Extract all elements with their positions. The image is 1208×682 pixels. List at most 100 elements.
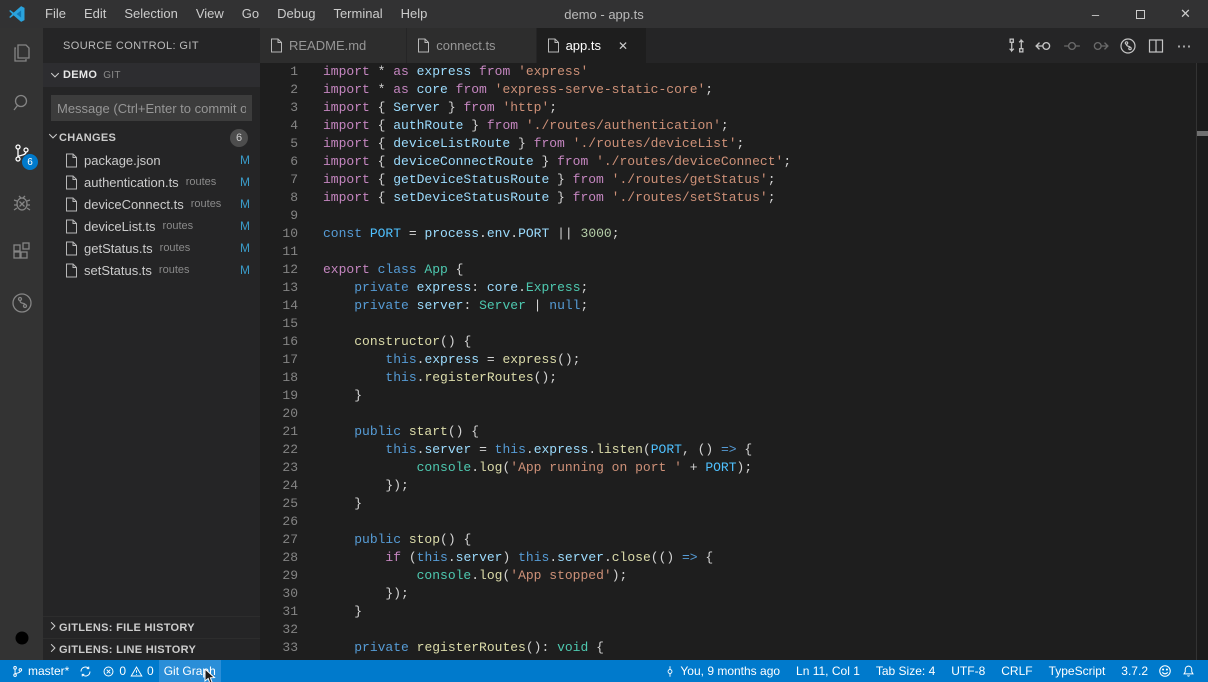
problems-indicator[interactable]: 0 0 [97,660,158,682]
code-line: 19 } [260,387,1208,405]
commit-message-input[interactable] [51,95,252,121]
menu-terminal[interactable]: Terminal [324,0,391,28]
split-editor-button[interactable] [1142,28,1170,63]
sync-button[interactable] [74,660,97,682]
code-line: 7import { getDeviceStatusRoute } from '.… [260,171,1208,189]
file-folder: routes [159,264,190,276]
gitlens-circle-icon [1119,37,1137,55]
scrollbar[interactable] [1196,63,1208,660]
close-button[interactable]: ✕ [1163,0,1208,28]
changed-file-deviceConnect.ts[interactable]: deviceConnect.tsroutesM [43,193,260,215]
activity-debug[interactable] [0,178,43,228]
search-icon [10,91,34,115]
gitlens-compare-button[interactable] [1002,28,1030,63]
changed-file-package.json[interactable]: package.jsonM [43,149,260,171]
sidebar-source-control: SOURCE CONTROL: GIT DEMO GIT CHANGES 6 p… [43,28,260,660]
activity-search[interactable] [0,78,43,128]
repo-section-header[interactable]: DEMO GIT [43,63,260,87]
changed-file-deviceList.ts[interactable]: deviceList.tsroutesM [43,215,260,237]
code-line: 11 [260,243,1208,261]
settings-gear-button[interactable] [0,616,43,660]
extensions-icon [10,241,34,265]
code-line: 22 this.server = this.express.listen(POR… [260,441,1208,459]
activity-source-control[interactable]: 6 [0,128,43,178]
gitlens-file-history-section[interactable]: GITLENS: FILE HISTORY [43,616,260,638]
line-number: 32 [260,621,298,639]
encoding-setting[interactable]: UTF-8 [946,660,990,682]
line-number: 13 [260,279,298,297]
menu-selection[interactable]: Selection [115,0,186,28]
menu-edit[interactable]: Edit [75,0,115,28]
more-actions-button[interactable]: ⋯ [1170,28,1198,63]
code-line: 10const PORT = process.env.PORT || 3000; [260,225,1208,243]
mouse-cursor [204,669,218,682]
status-bar: master* 0 0 Git Graph [0,660,1208,682]
indentation-setting[interactable]: Tab Size: 4 [871,660,940,682]
changes-count-badge: 6 [230,129,248,147]
typescript-version[interactable]: 3.7.2 [1116,660,1153,682]
feedback-button[interactable] [1153,660,1177,682]
changes-label: CHANGES [59,132,116,144]
line-number: 22 [260,441,298,459]
chevron-down-icon [47,67,63,83]
code-line: 6import { deviceConnectRoute } from './r… [260,153,1208,171]
code-line: 21 public start() { [260,423,1208,441]
menu-view[interactable]: View [187,0,233,28]
changes-file-list: package.jsonMauthentication.tsroutesMdev… [43,149,260,281]
line-number: 23 [260,459,298,477]
commit-icon [664,665,676,678]
gitlens-button[interactable] [1114,28,1142,63]
chevron-right-icon [47,619,59,637]
menu-debug[interactable]: Debug [268,0,324,28]
tab-README.md[interactable]: README.md✕ [260,28,407,63]
gitlens-file-history-label: GITLENS: FILE HISTORY [59,622,195,634]
changed-file-getStatus.ts[interactable]: getStatus.tsroutesM [43,237,260,259]
tab-app.ts[interactable]: app.ts✕ [537,28,647,63]
activity-extensions[interactable] [0,228,43,278]
code-line: 27 public stop() { [260,531,1208,549]
code-line: 8import { setDeviceStatusRoute } from '.… [260,189,1208,207]
debug-icon [10,191,34,215]
line-number: 33 [260,639,298,657]
line-number: 4 [260,117,298,135]
file-folder: routes [186,176,217,188]
menu-go[interactable]: Go [233,0,268,28]
tab-connect.ts[interactable]: connect.ts✕ [407,28,536,63]
code-editor[interactable]: 1import * as express from 'express'2impo… [260,63,1208,660]
language-mode[interactable]: TypeScript [1044,660,1111,682]
file-icon [65,175,78,190]
open-changes-button[interactable] [1058,28,1086,63]
git-status-badge: M [240,197,250,211]
next-change-icon [1091,37,1109,55]
gitlens-blame-annotation[interactable]: You, 9 months ago [659,660,785,682]
line-number: 2 [260,81,298,99]
maximize-button[interactable] [1118,0,1163,28]
changes-section-header[interactable]: CHANGES 6 [43,127,260,149]
activity-explorer[interactable] [0,28,43,78]
smiley-icon [1158,664,1172,678]
gitlens-line-history-section[interactable]: GITLENS: LINE HISTORY [43,638,260,660]
eol-setting[interactable]: CRLF [996,660,1037,682]
file-icon [65,241,78,256]
maximize-icon [1136,10,1145,19]
previous-change-icon [1035,37,1053,55]
cursor-position[interactable]: Ln 11, Col 1 [791,660,865,682]
branch-indicator[interactable]: master* [6,660,74,682]
source-control-badge: 6 [22,154,38,170]
changed-file-authentication.ts[interactable]: authentication.tsroutesM [43,171,260,193]
notifications-button[interactable] [1177,660,1200,682]
close-tab-icon[interactable]: ✕ [615,39,631,53]
code-line: 20 [260,405,1208,423]
next-change-button[interactable] [1086,28,1114,63]
menu-help[interactable]: Help [392,0,437,28]
activity-gitlens[interactable] [0,278,43,328]
minimize-button[interactable]: – [1073,0,1118,28]
git-status-badge: M [240,263,250,277]
menu-file[interactable]: File [36,0,75,28]
changed-file-setStatus.ts[interactable]: setStatus.tsroutesM [43,259,260,281]
line-number: 15 [260,315,298,333]
code-line: 28 if (this.server) this.server.close(()… [260,549,1208,567]
error-icon [102,665,115,678]
line-number: 12 [260,261,298,279]
previous-change-button[interactable] [1030,28,1058,63]
